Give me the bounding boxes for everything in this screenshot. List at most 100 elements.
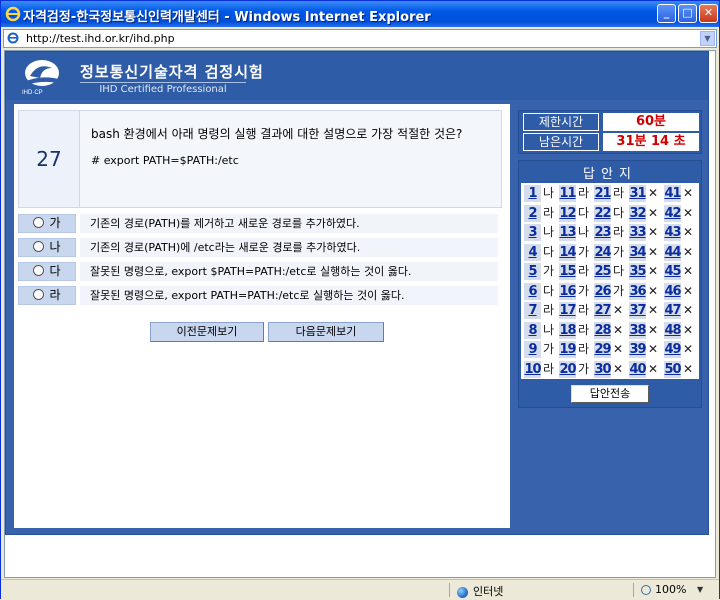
answer-question-link[interactable]: 18	[559, 321, 577, 339]
security-zone[interactable]: 인터넷	[457, 583, 503, 599]
option-row[interactable]: 다 잘못된 명령으로, export $PATH=PATH:/etc로 실행하는…	[18, 262, 498, 281]
answer-question-link[interactable]: 33	[629, 224, 647, 241]
ihd-logo: IHD·CP	[22, 60, 62, 96]
answer-question-link[interactable]: 8	[524, 321, 541, 339]
page-viewport: IHD·CP 정보통신기술자격 검정시험 IHD Certified Profe…	[4, 50, 716, 578]
answer-question-link[interactable]: 40	[629, 360, 647, 378]
url-text[interactable]: http://test.ihd.or.kr/ihd.php	[26, 32, 175, 45]
answer-question-link[interactable]: 26	[594, 282, 612, 300]
answer-question-link[interactable]: 47	[664, 302, 682, 319]
answer-cell[interactable]: 45 ✕	[663, 262, 707, 281]
answer-question-link[interactable]: 46	[664, 282, 682, 300]
option-text: 잘못된 명령으로, export PATH=PATH:/etc로 실행하는 것이…	[80, 286, 498, 305]
answer-cell[interactable]: 49 ✕	[663, 340, 707, 359]
option-label[interactable]: 라	[18, 286, 76, 305]
radio-button[interactable]	[33, 241, 45, 252]
answer-question-link[interactable]: 6	[524, 282, 541, 300]
answer-question-link[interactable]: 50	[664, 360, 682, 378]
answer-question-link[interactable]: 12	[559, 204, 577, 222]
answer-question-link[interactable]: 22	[594, 204, 612, 222]
option-row[interactable]: 라 잘못된 명령으로, export PATH=PATH:/etc로 실행하는 …	[18, 286, 498, 305]
next-question-button[interactable]: 다음문제보기	[268, 322, 384, 342]
answer-question-link[interactable]: 4	[524, 243, 541, 261]
answer-question-link[interactable]: 38	[629, 321, 647, 339]
ie-icon	[5, 6, 21, 22]
answer-question-link[interactable]: 7	[524, 302, 541, 319]
answer-question-link[interactable]: 5	[524, 263, 541, 280]
answer-cell[interactable]: 42 ✕	[663, 204, 707, 223]
answer-mark: ✕	[683, 225, 694, 239]
radio-button[interactable]	[33, 217, 45, 228]
answer-question-link[interactable]: 39	[629, 341, 647, 358]
answer-cell[interactable]: 50 ✕	[663, 360, 707, 379]
answer-question-link[interactable]: 3	[524, 224, 541, 241]
answer-question-link[interactable]: 10	[524, 360, 542, 378]
question-box: 27 bash 환경에서 아래 명령의 실행 결과에 대한 설명으로 가장 적절…	[18, 110, 502, 208]
answer-question-link[interactable]: 11	[559, 185, 577, 202]
option-row[interactable]: 가 기존의 경로(PATH)를 제거하고 새로운 경로를 추가하였다.	[18, 214, 498, 233]
answer-question-link[interactable]: 36	[629, 282, 647, 300]
option-row[interactable]: 나 기존의 경로(PATH)에 /etc라는 새로운 경로를 추가하였다.	[18, 238, 498, 257]
answer-question-link[interactable]: 15	[559, 263, 577, 280]
answer-question-link[interactable]: 9	[524, 341, 541, 358]
answer-question-link[interactable]: 43	[664, 224, 682, 241]
radio-button[interactable]	[33, 265, 45, 276]
answer-cell[interactable]: 44 ✕	[663, 243, 707, 262]
answer-mark: 라	[578, 342, 590, 356]
answer-cell[interactable]: 46 ✕	[663, 282, 707, 301]
answer-question-link[interactable]: 14	[559, 243, 577, 261]
answer-question-link[interactable]: 17	[559, 302, 577, 319]
radio-button[interactable]	[33, 289, 45, 300]
maximize-button[interactable]: □	[678, 4, 697, 23]
answer-mark: 라	[578, 322, 590, 337]
answer-question-link[interactable]: 41	[664, 185, 682, 202]
answer-question-link[interactable]: 29	[594, 341, 612, 358]
answer-question-link[interactable]: 30	[594, 360, 612, 378]
answer-question-link[interactable]: 34	[629, 243, 647, 261]
submit-answers-button[interactable]: 답안전송	[571, 385, 649, 403]
answer-question-link[interactable]: 27	[594, 302, 612, 319]
answer-cell[interactable]: 43 ✕	[663, 223, 707, 242]
answer-question-link[interactable]: 44	[664, 243, 682, 261]
answer-question-link[interactable]: 35	[629, 263, 647, 280]
answer-question-link[interactable]: 23	[594, 224, 612, 241]
answer-question-link[interactable]: 28	[594, 321, 612, 339]
status-divider	[449, 583, 450, 597]
prev-question-button[interactable]: 이전문제보기	[150, 322, 264, 342]
zoom-control[interactable]: 100%	[641, 583, 686, 596]
answer-question-link[interactable]: 13	[559, 224, 577, 241]
exam-page: IHD·CP 정보통신기술자격 검정시험 IHD Certified Profe…	[5, 51, 709, 535]
answer-question-link[interactable]: 1	[524, 185, 541, 202]
address-bar[interactable]: http://test.ihd.or.kr/ihd.php ▼	[3, 29, 717, 48]
zoom-dropdown-icon[interactable]: ▼	[697, 585, 703, 594]
option-label[interactable]: 다	[18, 262, 76, 281]
answer-question-link[interactable]: 19	[559, 341, 577, 358]
answer-mark: ✕	[648, 205, 659, 220]
answer-cell[interactable]: 47 ✕	[663, 301, 707, 320]
answer-question-link[interactable]: 21	[594, 185, 612, 202]
answer-question-link[interactable]: 42	[664, 204, 682, 222]
answer-mark: ✕	[683, 186, 694, 200]
option-label[interactable]: 가	[18, 214, 76, 233]
address-dropdown-icon[interactable]: ▼	[700, 31, 715, 46]
answer-mark: ✕	[648, 225, 659, 239]
close-button[interactable]: ✕	[699, 4, 718, 23]
answer-question-link[interactable]: 16	[559, 282, 577, 300]
answer-question-link[interactable]: 37	[629, 302, 647, 319]
time-limit-value: 60분	[603, 113, 699, 131]
answer-question-link[interactable]: 45	[664, 263, 682, 280]
answer-question-link[interactable]: 49	[664, 341, 682, 358]
answer-question-link[interactable]: 2	[524, 204, 541, 222]
answer-cell[interactable]: 41 ✕	[663, 184, 707, 203]
answer-cell[interactable]: 48 ✕	[663, 321, 707, 340]
minimize-button[interactable]: _	[657, 4, 676, 23]
option-label[interactable]: 나	[18, 238, 76, 257]
answer-question-link[interactable]: 25	[594, 263, 612, 280]
answer-question-link[interactable]: 31	[629, 185, 647, 202]
answer-question-link[interactable]: 24	[594, 243, 612, 261]
answer-mark: ✕	[683, 283, 694, 298]
answer-question-link[interactable]: 48	[664, 321, 682, 339]
answer-mark: 다	[543, 244, 555, 259]
answer-question-link[interactable]: 32	[629, 204, 647, 222]
answer-question-link[interactable]: 20	[559, 360, 577, 378]
